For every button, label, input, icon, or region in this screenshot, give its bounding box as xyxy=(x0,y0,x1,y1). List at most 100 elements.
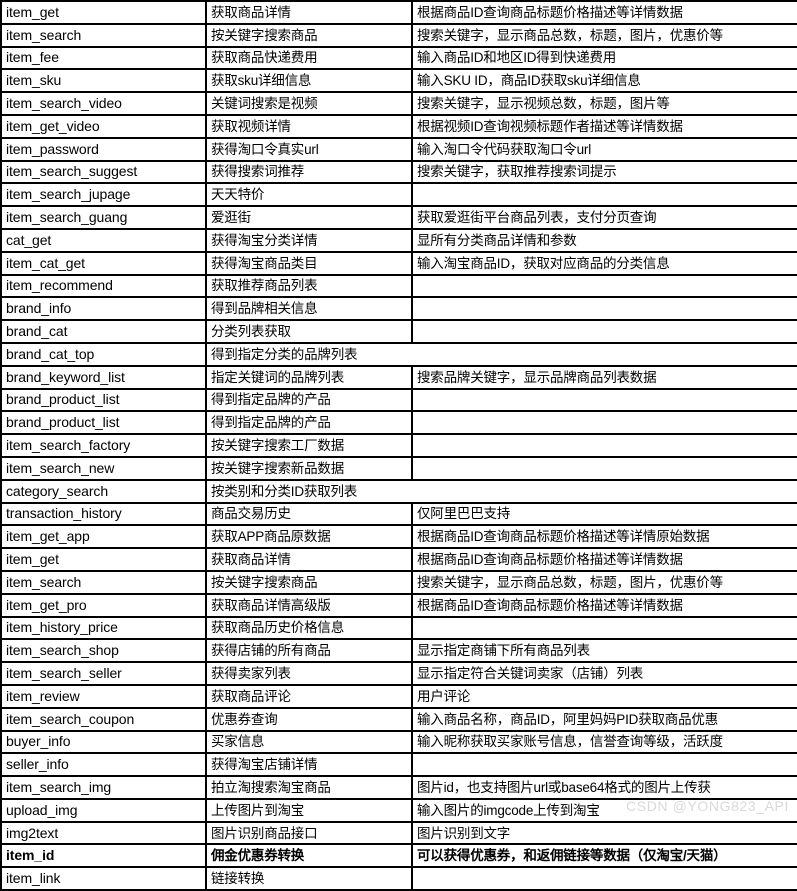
api-title-cell: 按关键字搜索新品数据 xyxy=(205,455,413,481)
api-description-cell xyxy=(411,615,797,641)
api-name-cell: item_review xyxy=(0,683,207,709)
api-description-cell xyxy=(411,410,797,436)
table-row: item_cat_get 获得淘宝商品类目 输入淘宝商品ID，获取对应商品的分类信息 xyxy=(0,250,797,276)
table-row: item_get_app 获取APP商品原数据 根据商品ID查询商品标题价格描述等详… xyxy=(0,524,797,550)
api-description-cell: 根据商品ID查询商品标题价格描述等详情数据 xyxy=(411,0,797,25)
api-title-cell: 获取APP商品原数据 xyxy=(205,524,413,550)
api-description-cell: 搜索关键字，显示商品总数，标题，图片，优惠价等 xyxy=(411,22,797,48)
api-description-cell: 输入商品名称，商品ID，阿里妈妈PID获取商品优惠 xyxy=(411,706,797,732)
api-title-cell: 获取商品历史价格信息 xyxy=(205,615,413,641)
api-name-cell: item_get xyxy=(0,547,207,572)
api-name-cell: item_search_suggest xyxy=(0,159,207,185)
api-name-cell: brand_cat_top xyxy=(0,341,207,367)
table-row: brand_keyword_list 指定关键词的品牌列表 搜索品牌关键字，显示品牌… xyxy=(0,364,797,390)
api-name-cell: item_sku xyxy=(0,68,207,94)
api-name-cell: brand_cat xyxy=(0,319,207,344)
api-name-cell: item_recommend xyxy=(0,273,207,299)
table-row: item_search 按关键字搜索商品 搜索关键字，显示商品总数，标题，图片，优惠… xyxy=(0,569,797,595)
table-row: item_search_video 关键词搜索是视频 搜索关键字，显示视频总数，标题… xyxy=(0,91,797,116)
table-row: item_fee 获取商品快递费用 输入商品ID和地区ID得到快递费用 xyxy=(0,45,797,71)
api-name-cell: item_search_seller xyxy=(0,661,207,686)
api-title-cell: 得到指定品牌的产品 xyxy=(205,387,413,413)
table-row: brand_info 得到品牌相关信息 xyxy=(0,296,797,322)
table-row: brand_product_list 得到指定品牌的产品 xyxy=(0,387,797,413)
api-description-cell: 仅阿里巴巴支持 xyxy=(411,501,797,527)
table-row: item_search_coupon 优惠券查询 输入商品名称，商品ID，阿里妈妈P… xyxy=(0,706,797,732)
api-title-cell: 拍立淘搜索淘宝商品 xyxy=(205,775,413,800)
api-name-cell: brand_keyword_list xyxy=(0,364,207,390)
table-row: item_search_jupage 天天特价 xyxy=(0,182,797,208)
table-row: upload_img 上传图片到淘宝 输入图片的imgcode上传到淘宝 xyxy=(0,797,797,823)
api-description-cell: 搜索关键字，显示商品总数，标题，图片，优惠价等 xyxy=(411,569,797,595)
api-description-cell: 图片识别到文字 xyxy=(411,820,797,846)
api-description-cell xyxy=(411,433,797,458)
api-title-cell: 获取推荐商品列表 xyxy=(205,273,413,299)
api-name-cell: item_cat_get xyxy=(0,250,207,276)
api-description-cell: 输入商品ID和地区ID得到快递费用 xyxy=(411,45,797,71)
api-title-cell: 商品交易历史 xyxy=(205,501,413,527)
table-row: brand_product_list 得到指定品牌的产品 xyxy=(0,410,797,436)
api-description-cell: 根据商品ID查询商品标题价格描述等详情原始数据 xyxy=(411,524,797,550)
api-title-cell: 获得搜索词推荐 xyxy=(205,159,413,185)
table-row: brand_cat_top 得到指定分类的品牌列表 xyxy=(0,341,797,367)
table-row: item_search_seller 获得卖家列表 显示指定符合关键词卖家（店铺）列… xyxy=(0,661,797,686)
api-description-cell: 搜索品牌关键字，显示品牌商品列表数据 xyxy=(411,364,797,390)
table-row: item_get 获取商品详情 根据商品ID查询商品标题价格描述等详情数据 xyxy=(0,0,797,25)
api-description-cell: 显所有分类商品详情和参数 xyxy=(411,227,797,253)
api-description-cell: 获取爱逛街平台商品列表，支付分页查询 xyxy=(411,205,797,230)
api-name-cell: item_link xyxy=(0,866,207,891)
table-row: item_get 获取商品详情 根据商品ID查询商品标题价格描述等详情数据 xyxy=(0,547,797,572)
api-title-cell: 链接转换 xyxy=(205,866,413,891)
api-title-cell: 得到指定分类的品牌列表 xyxy=(205,341,797,367)
api-description-cell: 输入淘口令代码获取淘口令url xyxy=(411,136,797,162)
table-row: item_review 获取商品评论 用户评论 xyxy=(0,683,797,709)
api-name-cell: item_history_price xyxy=(0,615,207,641)
api-description-cell: 用户评论 xyxy=(411,683,797,709)
api-name-cell: buyer_info xyxy=(0,729,207,755)
api-description-cell: 输入淘宝商品ID，获取对应商品的分类信息 xyxy=(411,250,797,276)
api-title-cell: 获得淘宝分类详情 xyxy=(205,227,413,253)
table-row: item_search_img 拍立淘搜索淘宝商品 图片id，也支持图片url或ba… xyxy=(0,775,797,800)
api-table-body: item_get 获取商品详情 根据商品ID查询商品标题价格描述等详情数据 item_… xyxy=(0,0,797,891)
api-title-cell: 爱逛街 xyxy=(205,205,413,230)
api-title-cell: 获取商品评论 xyxy=(205,683,413,709)
api-title-cell: 获得淘宝商品类目 xyxy=(205,250,413,276)
api-title-cell: 获取商品快递费用 xyxy=(205,45,413,71)
api-title-cell: 按关键字搜索商品 xyxy=(205,22,413,48)
api-title-cell: 天天特价 xyxy=(205,182,413,208)
api-description-cell: 根据视频ID查询视频标题作者描述等详情数据 xyxy=(411,113,797,139)
api-title-cell: 指定关键词的品牌列表 xyxy=(205,364,413,390)
api-name-cell: item_search_img xyxy=(0,775,207,800)
api-name-cell: item_search_guang xyxy=(0,205,207,230)
api-description-cell xyxy=(411,319,797,344)
api-description-cell: 搜索关键字，获取推荐搜索词提示 xyxy=(411,159,797,185)
api-name-cell: upload_img xyxy=(0,797,207,823)
api-description-cell xyxy=(411,387,797,413)
api-title-cell: 获取sku详细信息 xyxy=(205,68,413,94)
api-name-cell: item_password xyxy=(0,136,207,162)
api-title-cell: 获得店铺的所有商品 xyxy=(205,638,413,664)
table-row: item_search_new 按关键字搜索新品数据 xyxy=(0,455,797,481)
api-name-cell: item_search_coupon xyxy=(0,706,207,732)
api-title-cell: 按关键字搜索商品 xyxy=(205,569,413,595)
table-row: item_search 按关键字搜索商品 搜索关键字，显示商品总数，标题，图片，优惠… xyxy=(0,22,797,48)
table-row: seller_info 获得淘宝店铺详情 xyxy=(0,752,797,778)
api-name-cell: item_search_video xyxy=(0,91,207,116)
api-name-cell: item_get_video xyxy=(0,113,207,139)
table-row: item_search_factory 按关键字搜索工厂数据 xyxy=(0,433,797,458)
api-description-cell xyxy=(411,752,797,778)
api-description-cell xyxy=(411,182,797,208)
table-row: item_search_suggest 获得搜索词推荐 搜索关键字，获取推荐搜索词提… xyxy=(0,159,797,185)
api-interface-table: item_get 获取商品详情 根据商品ID查询商品标题价格描述等详情数据 item_… xyxy=(0,0,797,891)
api-description-cell: 可以获得优惠券，和返佣链接等数据（仅淘宝/天猫） xyxy=(411,843,797,869)
api-name-cell: item_get_pro xyxy=(0,592,207,618)
table-row: item_password 获得淘口令真实url 输入淘口令代码获取淘口令url xyxy=(0,136,797,162)
api-description-cell: 根据商品ID查询商品标题价格描述等详情数据 xyxy=(411,592,797,618)
api-name-cell: brand_product_list xyxy=(0,387,207,413)
api-title-cell: 获取视频详情 xyxy=(205,113,413,139)
table-row: item_search_shop 获得店铺的所有商品 显示指定商铺下所有商品列表 xyxy=(0,638,797,664)
api-name-cell: item_get_app xyxy=(0,524,207,550)
api-description-cell: 显示指定商铺下所有商品列表 xyxy=(411,638,797,664)
table-row: item_link 链接转换 xyxy=(0,866,797,891)
api-name-cell: seller_info xyxy=(0,752,207,778)
